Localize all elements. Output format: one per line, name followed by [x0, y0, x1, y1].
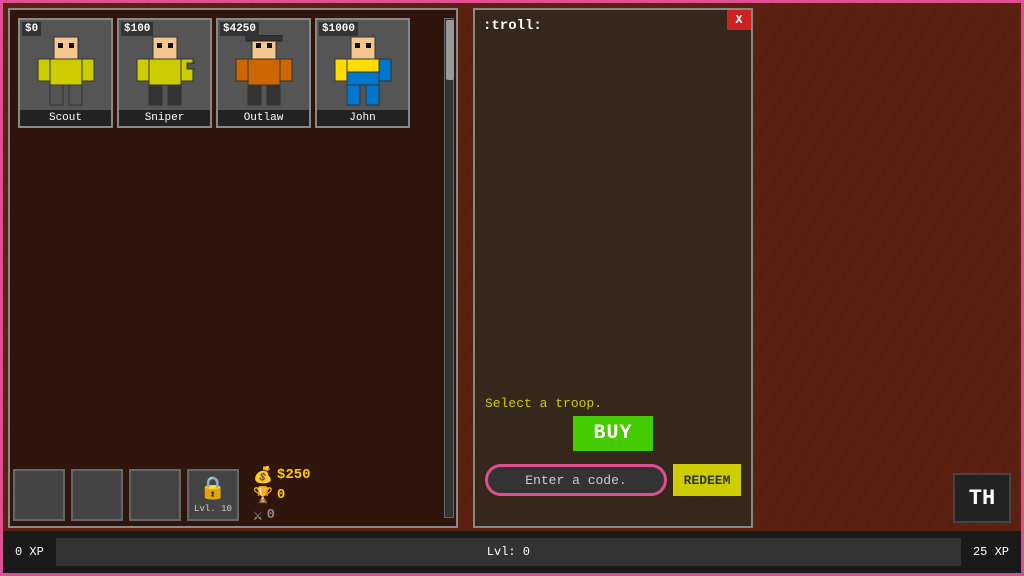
xp-left-label: 0 XP: [3, 545, 56, 559]
xp-bar: Lvl: 0: [56, 538, 961, 566]
level-label: Lvl: 0: [487, 545, 530, 559]
redeem-button[interactable]: REDEEM: [673, 464, 741, 496]
buy-button[interactable]: BUY: [573, 416, 653, 451]
inv-slot-2[interactable]: [71, 469, 123, 521]
inventory-area: 🔒 Lvl. 10 💰 $250 🏆 0 ⚔ 0: [13, 465, 311, 525]
outlaw-figure: [229, 33, 299, 108]
dollar-icon: 💰: [253, 465, 273, 485]
inv-slot-4-locked[interactable]: 🔒 Lvl. 10: [187, 469, 239, 521]
trophy-icon: 🏆: [253, 485, 273, 505]
trophy-count: 🏆 0: [253, 485, 311, 505]
troop-card-scout[interactable]: $0 Scout: [18, 18, 113, 128]
troop-card-sniper[interactable]: $100 Sniper: [117, 18, 212, 128]
sniper-figure: [130, 33, 200, 108]
outlaw-name: Outlaw: [218, 110, 309, 126]
troop-info-panel: X :troll: Select a troop. BUY REDEEM: [473, 8, 753, 528]
code-input[interactable]: [485, 464, 667, 496]
scroll-track[interactable]: [444, 18, 454, 518]
lock-icon: 🔒: [199, 476, 226, 502]
currency-info: 💰 $250 🏆 0 ⚔ 0: [253, 465, 311, 525]
gold-amount: 💰 $250: [253, 465, 311, 485]
scroll-thumb: [446, 20, 454, 80]
inv-slot-3[interactable]: [129, 469, 181, 521]
close-button[interactable]: X: [727, 10, 751, 30]
lock-level-label: Lvl. 10: [194, 504, 232, 514]
john-name: John: [317, 110, 408, 126]
troop-selection-panel: $0 Scout: [8, 8, 458, 528]
john-figure: [328, 33, 398, 108]
scout-price: $0: [22, 22, 41, 36]
troop-grid: $0 Scout: [10, 10, 456, 136]
select-troop-label: Select a troop.: [485, 396, 602, 411]
inv-slot-1[interactable]: [13, 469, 65, 521]
bottom-bar: 0 XP Lvl: 0 25 XP: [3, 531, 1021, 573]
troop-card-john[interactable]: $1000 John: [315, 18, 410, 128]
xp-right-label: 25 XP: [961, 545, 1021, 559]
scout-figure: [31, 33, 101, 108]
code-area: REDEEM: [485, 464, 741, 496]
th-logo: TH: [953, 473, 1011, 523]
sword-icon: ⚔: [253, 505, 263, 525]
scout-name: Scout: [20, 110, 111, 126]
sniper-price: $100: [121, 22, 153, 36]
chat-area: :troll:: [475, 10, 751, 110]
sniper-name: Sniper: [119, 110, 210, 126]
chat-message: :troll:: [483, 18, 542, 34]
outlaw-price: $4250: [220, 22, 259, 36]
john-price: $1000: [319, 22, 358, 36]
kills-count: ⚔ 0: [253, 505, 311, 525]
troop-card-outlaw[interactable]: $4250 Outlaw: [216, 18, 311, 128]
